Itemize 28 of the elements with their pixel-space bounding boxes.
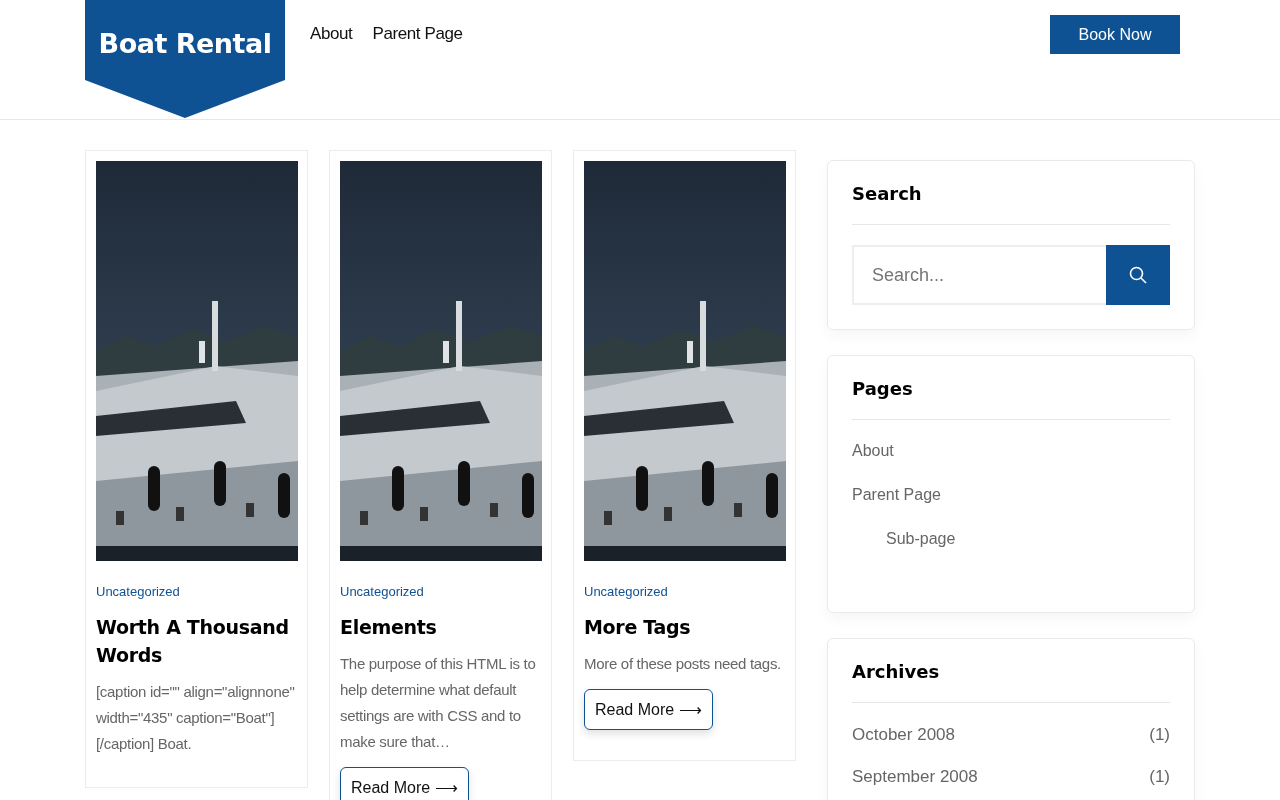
post-excerpt: [caption id="" align="alignnone" width="435" caption="Boat"] [/caption] Boat. [96, 682, 296, 754]
page-link[interactable]: About [852, 442, 894, 460]
post-title[interactable]: More Tags [584, 613, 785, 641]
post-excerpt: The purpose of this HTML is to help determine what default settings are with CSS and to make sure that… [340, 654, 537, 752]
search-field[interactable]: Search... [852, 245, 1106, 305]
post-title[interactable]: Elements [340, 613, 541, 641]
category-link[interactable]: Uncategorized [340, 584, 541, 599]
read-more-button[interactable]: Read More ⟶ [584, 689, 713, 730]
post-excerpt: More of these posts need tags. [584, 654, 782, 674]
post-title[interactable]: Worth A Thousand Words [96, 613, 297, 669]
nav-link[interactable]: Parent Page [372, 24, 463, 44]
widget-title: Search [852, 183, 1170, 225]
category-link[interactable]: Uncategorized [96, 584, 297, 599]
widget-title: Pages [852, 378, 1170, 420]
post-count: (1) [1149, 725, 1170, 745]
site-logo[interactable]: Boat Rental [85, 0, 285, 118]
archive-link[interactable]: October 2008 [852, 725, 955, 745]
post-count: (1) [1149, 767, 1170, 787]
nav-link[interactable]: About [310, 24, 353, 44]
page-link[interactable]: Sub-page [886, 530, 956, 548]
category-link[interactable]: Uncategorized [584, 584, 785, 599]
widget-title: Archives [852, 661, 1170, 703]
book-now-button[interactable]: Book Now [1050, 15, 1180, 54]
search-icon [1129, 266, 1147, 284]
page-link[interactable]: Parent Page [852, 486, 941, 504]
read-more-button[interactable]: Read More ⟶ [340, 767, 469, 800]
search-button[interactable] [1106, 245, 1170, 305]
archive-link[interactable]: September 2008 [852, 767, 978, 787]
